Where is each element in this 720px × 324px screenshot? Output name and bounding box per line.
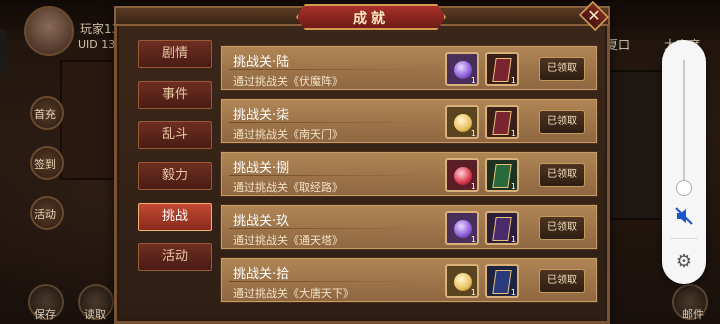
reward-qty: 1 — [510, 235, 516, 244]
achievement-title: 挑战关·柒 — [233, 108, 290, 123]
reward-gem-slot[interactable]: 1 — [445, 105, 479, 139]
reward-qty: 1 — [470, 182, 476, 191]
reward-book-slot[interactable]: 1 — [485, 158, 519, 192]
book-icon — [492, 217, 512, 241]
first-recharge-label: 首充 — [34, 108, 56, 121]
tab-challenge[interactable]: 挑战 — [138, 203, 212, 231]
left-edge-handle[interactable] — [0, 30, 6, 74]
claimed-button[interactable]: 已领取 — [539, 110, 585, 134]
activity-label: 活动 — [34, 208, 56, 221]
book-icon — [492, 164, 512, 188]
row-divider — [229, 122, 429, 123]
reward-book-slot[interactable]: 1 — [485, 211, 519, 245]
gem-icon — [454, 220, 472, 238]
volume-divider — [670, 238, 698, 239]
tab-story[interactable]: 剧情 — [138, 40, 212, 68]
achievement-row: 挑战关·拾 通过挑战关《大唐天下》 1 1 已领取 — [220, 257, 598, 303]
claimed-button[interactable]: 已领取 — [539, 57, 585, 81]
reward-gem-slot[interactable]: 1 — [445, 158, 479, 192]
reward-qty: 1 — [470, 235, 476, 244]
reward-gem-slot[interactable]: 1 — [445, 52, 479, 86]
volume-track[interactable] — [683, 60, 685, 188]
achievement-desc: 通过挑战关《大唐天下》 — [233, 287, 354, 300]
tab-brawl[interactable]: 乱斗 — [138, 121, 212, 149]
close-icon[interactable]: ✕ — [580, 4, 608, 28]
reward-qty: 1 — [510, 129, 516, 138]
volume-overlay: ⚙ — [662, 40, 706, 284]
achievement-title: 挑战关·陆 — [233, 55, 290, 70]
claimed-button[interactable]: 已领取 — [539, 216, 585, 240]
gem-icon — [454, 167, 472, 185]
achievement-desc: 通过挑战关《通天塔》 — [233, 234, 343, 247]
reward-book-slot[interactable]: 1 — [485, 52, 519, 86]
achievement-row: 挑战关·玖 通过挑战关《通天塔》 1 1 已领取 — [220, 204, 598, 250]
achievement-row: 挑战关·捌 通过挑战关《取经路》 1 1 已领取 — [220, 151, 598, 197]
tab-perseverance[interactable]: 毅力 — [138, 162, 212, 190]
reward-qty: 1 — [470, 129, 476, 138]
dialog-title: 成就 — [353, 11, 389, 27]
achievement-title: 挑战关·捌 — [233, 161, 290, 176]
volume-slider-handle[interactable] — [676, 180, 692, 196]
row-divider — [229, 69, 429, 70]
reward-book-slot[interactable]: 1 — [485, 105, 519, 139]
tab-activity[interactable]: 活动 — [138, 243, 212, 271]
mail-label: 邮件 — [682, 308, 704, 321]
achievement-title: 挑战关·拾 — [233, 267, 290, 282]
book-icon — [492, 111, 512, 135]
gem-icon — [454, 114, 472, 132]
row-divider — [229, 175, 429, 176]
reward-qty: 1 — [510, 182, 516, 191]
achievement-row: 挑战关·柒 通过挑战关《南天门》 1 1 已领取 — [220, 98, 598, 144]
tab-events[interactable]: 事件 — [138, 81, 212, 109]
achievement-desc: 通过挑战关《伏魔阵》 — [233, 75, 343, 88]
reward-gem-slot[interactable]: 1 — [445, 211, 479, 245]
load-label: 读取 — [84, 308, 106, 321]
save-label: 保存 — [34, 308, 56, 321]
row-divider — [229, 228, 429, 229]
reward-qty: 1 — [510, 288, 516, 297]
reward-book-slot[interactable]: 1 — [485, 264, 519, 298]
achievement-desc: 通过挑战关《取经路》 — [233, 181, 343, 194]
speaker-muted-icon[interactable] — [674, 206, 694, 226]
sign-in-label: 签到 — [34, 158, 56, 171]
book-icon — [492, 270, 512, 294]
reward-gem-slot[interactable]: 1 — [445, 264, 479, 298]
achievement-desc: 通过挑战关《南天门》 — [233, 128, 343, 141]
reward-qty: 1 — [470, 76, 476, 85]
reward-qty: 1 — [470, 288, 476, 297]
achievement-row: 挑战关·陆 通过挑战关《伏魔阵》 1 1 已领取 — [220, 45, 598, 91]
claimed-button[interactable]: 已领取 — [539, 269, 585, 293]
player-avatar[interactable] — [24, 6, 74, 56]
reward-qty: 1 — [510, 76, 516, 85]
gem-icon — [454, 273, 472, 291]
row-divider — [229, 281, 429, 282]
gem-icon — [454, 61, 472, 79]
settings-gear-icon[interactable]: ⚙ — [672, 250, 696, 274]
achievement-title: 挑战关·玖 — [233, 214, 290, 229]
book-icon — [492, 58, 512, 82]
claimed-button[interactable]: 已领取 — [539, 163, 585, 187]
